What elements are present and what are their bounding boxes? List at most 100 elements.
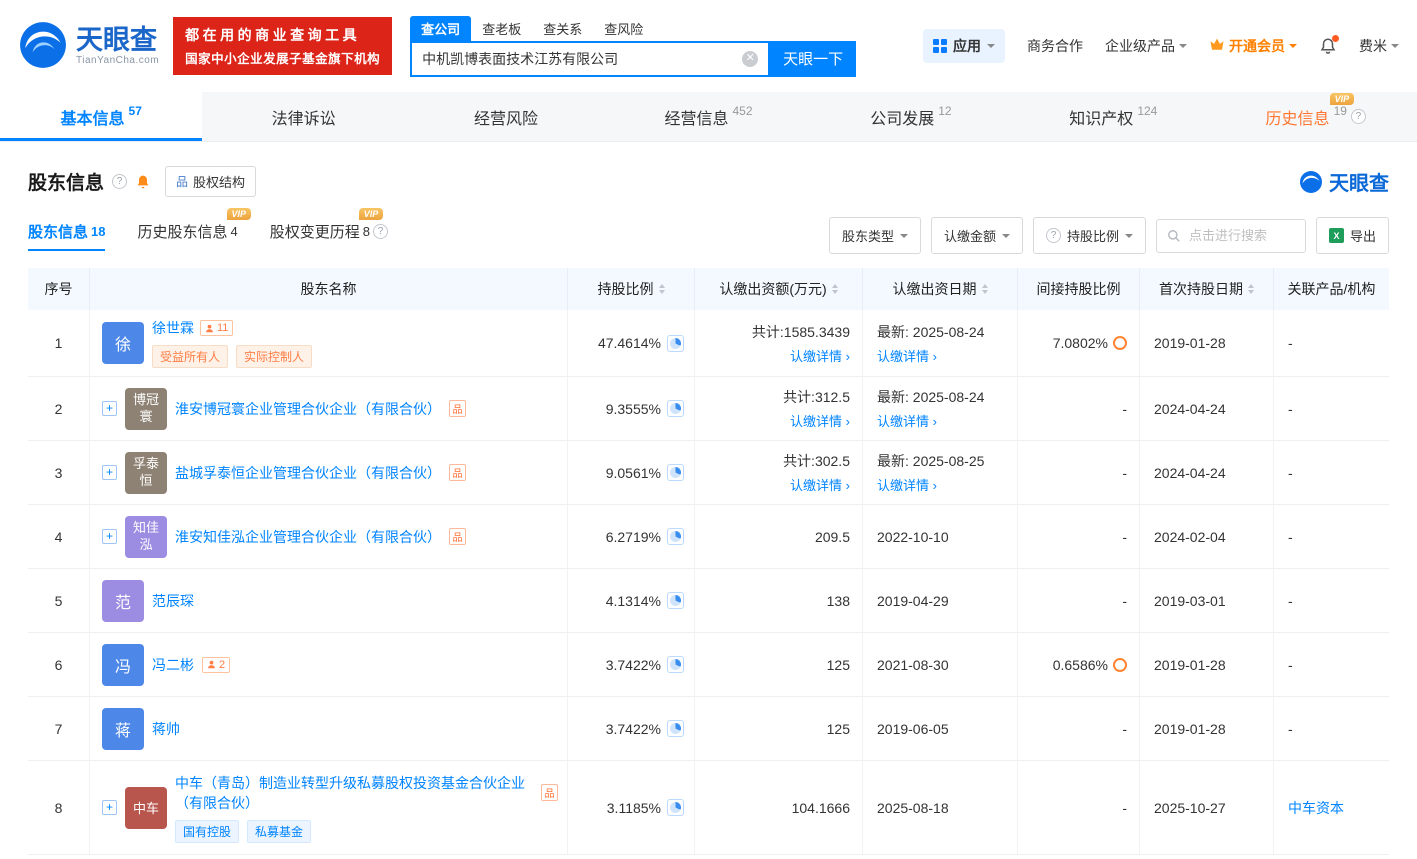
shareholder-name-link[interactable]: 淮安博冠寰企业管理合伙企业（有限合伙） (175, 399, 441, 419)
date-detail-link[interactable]: 认缴详情 › (877, 346, 937, 365)
tag-actual-controller[interactable]: 实际控制人 (236, 345, 313, 368)
shareholder-name-link[interactable]: 中车（青岛）制造业转型升级私募股权投资基金合伙企业（有限合伙） (175, 773, 535, 813)
help-icon[interactable]: ? (112, 174, 128, 189)
shareholder-avatar[interactable]: 博冠寰 (125, 387, 167, 430)
sort-icon[interactable] (831, 284, 838, 294)
capital-date-cell: 最新: 2025-08-25 认缴详情 › (863, 441, 1018, 504)
search-tab-company[interactable]: 查公司 (410, 15, 472, 41)
tab-basic-info[interactable]: 基本信息 57 (0, 92, 203, 141)
shareholder-name-link[interactable]: 徐世霖 (152, 318, 194, 338)
subtab-equity-change-history[interactable]: 股权变更历程 VIP 8 ? (270, 207, 388, 251)
filter-shareholding-ratio[interactable]: ? 持股比例 (1032, 217, 1146, 254)
col-header-capital[interactable]: 认缴出资额(万元) (695, 268, 863, 310)
tab-operating-info[interactable]: 经营信息 452 (607, 92, 809, 141)
table-search-input[interactable] (1186, 227, 1295, 244)
shareholding-ratio: 47.4614% (597, 335, 661, 351)
search-tab-boss[interactable]: 查老板 (471, 16, 532, 41)
pie-chart-icon[interactable] (667, 720, 684, 737)
equity-structure-button[interactable]: 品 股权结构 (165, 166, 257, 197)
help-icon[interactable]: ? (1350, 109, 1366, 124)
equity-structure-icon[interactable]: 品 (449, 400, 466, 417)
first-holding-date: 2019-01-28 (1140, 697, 1274, 760)
filter-shareholder-type[interactable]: 股东类型 (828, 217, 921, 254)
logo-domain: TianYanCha.com (76, 54, 160, 66)
shareholder-avatar[interactable]: 蒋 (102, 707, 144, 750)
subtab-history-shareholders[interactable]: 历史股东信息 VIP 4 (137, 207, 252, 251)
row-index: 1 (28, 310, 90, 376)
pie-chart-icon[interactable] (667, 528, 684, 545)
tag-private-fund[interactable]: 私募基金 (247, 819, 312, 843)
pie-chart-icon[interactable] (667, 464, 684, 481)
tianyancha-logo[interactable]: 天眼查 TianYanCha.com (18, 20, 159, 73)
capital-detail-link[interactable]: 认缴详情 › (790, 475, 850, 494)
shareholder-avatar[interactable]: 知佳泓 (125, 515, 167, 558)
indirect-ratio-icon[interactable] (1113, 657, 1127, 672)
date-detail-link[interactable]: 认缴详情 › (877, 411, 937, 430)
expand-button[interactable]: + (102, 529, 117, 544)
ratio-cell: 9.3555% (568, 377, 695, 440)
col-header-capital-date[interactable]: 认缴出资日期 (863, 268, 1018, 310)
subtab-shareholder-info[interactable]: 股东信息 18 (28, 221, 106, 251)
equity-structure-icon[interactable]: 品 (449, 528, 466, 545)
expand-button[interactable]: + (102, 401, 117, 416)
first-holding-date: 2019-01-28 (1140, 633, 1274, 696)
pie-chart-icon[interactable] (667, 799, 684, 816)
notification-bell-icon[interactable] (1319, 35, 1339, 55)
tab-operating-risk[interactable]: 经营风险 (405, 92, 607, 141)
tab-history-info[interactable]: 历史信息 VIP 19 ? (1215, 92, 1417, 141)
expand-button[interactable]: + (102, 800, 117, 815)
export-button[interactable]: X 导出 (1315, 217, 1389, 254)
table-search-box[interactable] (1155, 218, 1306, 253)
shareholder-cell: + 孚泰恒 盐城孚泰恒企业管理合伙企业（有限合伙） 品 (90, 441, 568, 504)
tab-legal-litigation[interactable]: 法律诉讼 (202, 92, 404, 141)
nav-open-vip[interactable]: 开通会员 (1209, 36, 1297, 56)
date-detail-link[interactable]: 认缴详情 › (877, 475, 937, 494)
shareholder-name-link[interactable]: 冯二彬 (152, 655, 194, 675)
search-tab-relation[interactable]: 查关系 (532, 16, 593, 41)
company-detail-tabs: 基本信息 57 法律诉讼 经营风险 经营信息 452 公司发展 12 知识产权 124 … (0, 92, 1417, 142)
shareholder-avatar[interactable]: 中车 (125, 786, 167, 829)
sort-icon[interactable] (658, 284, 665, 294)
search-button[interactable]: 天眼一下 (770, 40, 857, 77)
equity-structure-icon[interactable]: 品 (449, 464, 466, 481)
tag-state-owned[interactable]: 国有控股 (175, 819, 240, 843)
shareholder-avatar[interactable]: 冯 (102, 643, 144, 686)
shareholder-avatar[interactable]: 徐 (102, 322, 144, 364)
nav-cooperation[interactable]: 商务合作 (1027, 36, 1083, 56)
tab-intellectual-property[interactable]: 知识产权 124 (1012, 92, 1214, 141)
shareholder-name-link[interactable]: 淮安知佳泓企业管理合伙企业（有限合伙） (175, 527, 441, 547)
filter-subscribed-amount[interactable]: 认缴金额 (930, 217, 1023, 254)
col-header-ratio[interactable]: 持股比例 (568, 268, 695, 310)
pie-chart-icon[interactable] (667, 592, 684, 609)
capital-detail-link[interactable]: 认缴详情 › (790, 411, 850, 430)
tab-company-development[interactable]: 公司发展 12 (810, 92, 1012, 141)
shareholder-name-link[interactable]: 盐城孚泰恒企业管理合伙企业（有限合伙） (175, 463, 441, 483)
expand-button[interactable]: + (102, 465, 117, 480)
related-product-link[interactable]: 中车资本 (1288, 798, 1344, 818)
shareholder-name-link[interactable]: 蒋帅 (152, 719, 180, 739)
pie-chart-icon[interactable] (667, 400, 684, 417)
shareholder-cell: 徐 徐世霖 11 受益所有人 实际控制人 (90, 310, 568, 376)
related-companies-badge[interactable]: 11 (200, 320, 234, 336)
search-input[interactable] (412, 50, 743, 67)
nav-user-menu[interactable]: 费米 (1359, 36, 1399, 56)
search-tab-risk[interactable]: 查风险 (593, 16, 654, 41)
sort-icon[interactable] (981, 284, 988, 294)
nav-enterprise-product[interactable]: 企业级产品 (1105, 36, 1187, 56)
related-companies-badge[interactable]: 2 (202, 656, 231, 673)
shareholder-name-link[interactable]: 范辰琛 (152, 591, 194, 611)
clear-search-icon[interactable]: ✕ (742, 50, 759, 67)
pie-chart-icon[interactable] (667, 656, 684, 673)
sort-icon[interactable] (1248, 284, 1254, 294)
shareholder-avatar[interactable]: 孚泰恒 (125, 451, 167, 494)
subscribe-bell-icon[interactable] (135, 174, 151, 190)
col-header-first-date[interactable]: 首次持股日期 (1140, 268, 1274, 310)
shareholder-avatar[interactable]: 范 (102, 579, 144, 622)
capital-detail-link[interactable]: 认缴详情 › (790, 346, 850, 365)
equity-structure-icon[interactable]: 品 (541, 784, 558, 801)
pie-chart-icon[interactable] (667, 334, 684, 352)
help-icon[interactable]: ? (372, 223, 388, 239)
nav-app-menu[interactable]: 应用 (923, 29, 1005, 63)
indirect-ratio-icon[interactable] (1113, 336, 1127, 350)
tag-beneficial-owner[interactable]: 受益所有人 (152, 345, 229, 368)
